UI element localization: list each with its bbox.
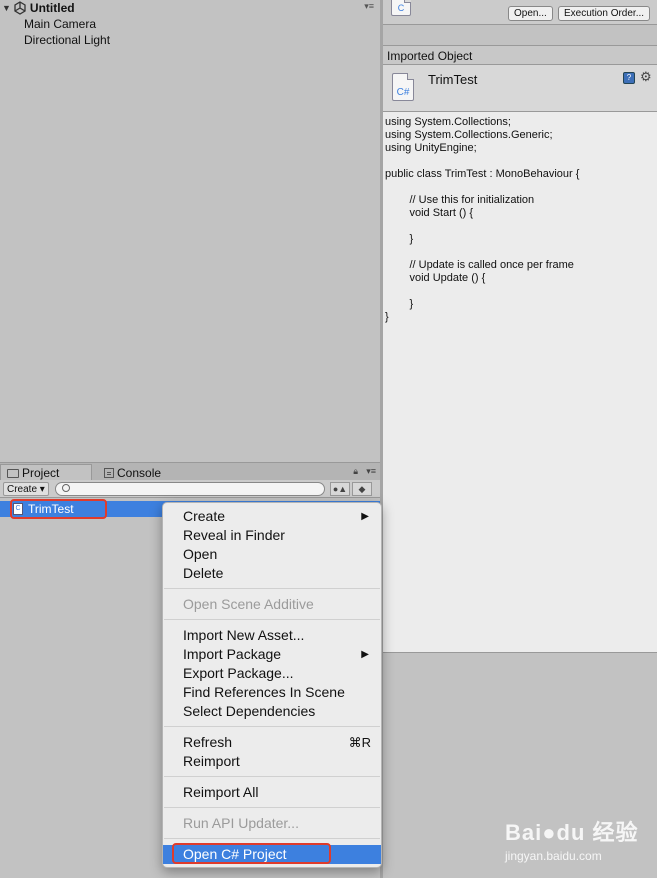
tab-project[interactable]: Project (0, 464, 92, 481)
menu-item-import-package[interactable]: Import Package ▶ (163, 645, 381, 664)
tab-project-label: Project (22, 466, 60, 480)
project-tab-bar: Project Console 🔒︎ ▾≡ (0, 462, 380, 481)
highlight-box-menu-item (172, 843, 331, 864)
execution-order-button[interactable]: Execution Order... (558, 6, 651, 21)
code-line: } (385, 311, 389, 323)
filter-by-label-icon[interactable]: ◆ (352, 482, 372, 496)
menu-item-open-scene-additive: Open Scene Additive (163, 595, 381, 614)
section-title: Imported Object (387, 49, 473, 63)
menu-item-label: Import New Asset... (183, 627, 305, 643)
menu-item-label: Select Dependencies (183, 703, 316, 719)
code-line: using UnityEngine; (385, 142, 477, 154)
project-toolbar: Create ▾ ●▲ ◆ (0, 480, 380, 498)
tab-console[interactable]: Console (98, 464, 167, 481)
scene-header[interactable]: ▼ Untitled ▾≡ (0, 0, 380, 15)
menu-item-import-new-asset[interactable]: Import New Asset... (163, 626, 381, 645)
highlight-box-asset (10, 499, 107, 519)
script-code-text: using System.Collections; using System.Co… (385, 116, 579, 324)
menu-item-run-api-updater: Run API Updater... (163, 814, 381, 833)
menu-item-reveal-in-finder[interactable]: Reveal in Finder (163, 526, 381, 545)
watermark-logo: Bai●du 经验 (505, 820, 639, 845)
filter-by-type-icon[interactable]: ●▲ (330, 482, 350, 496)
menu-separator (164, 838, 380, 839)
inspector-top-strip: C Open... Execution Order... (383, 0, 657, 25)
menu-item-label: Reimport (183, 753, 240, 769)
panel-menu-icon[interactable]: ▾≡ (366, 466, 376, 477)
script-icon-partial: C (391, 0, 413, 20)
options-menu-icon[interactable]: ▾≡ (364, 1, 374, 12)
menu-item-label: Find References In Scene (183, 684, 345, 700)
inspector-section-header: Imported Object (383, 45, 657, 65)
unity-logo-icon (14, 0, 26, 15)
menu-item-label: Create (183, 508, 226, 524)
script-preview: using System.Collections; using System.Co… (383, 112, 657, 652)
help-icon[interactable]: ? (623, 72, 635, 84)
scene-title: Untitled (29, 0, 75, 15)
context-menu: Create ▶ Reveal in Finder Open Delete Open Sc… (162, 502, 382, 868)
menu-item-label: Reimport All (183, 784, 259, 800)
expand-triangle-icon[interactable]: ▼ (2, 3, 11, 13)
menu-item-label: Run API Updater... (183, 815, 299, 831)
menu-shortcut: ⌘R (348, 735, 371, 750)
menu-item-label: Export Package... (183, 665, 294, 681)
code-line: void Start () { (385, 207, 474, 219)
menu-item-reimport-all[interactable]: Reimport All (163, 783, 381, 802)
menu-item-export-package[interactable]: Export Package... (163, 664, 381, 683)
hierarchy-panel: ▼ Untitled ▾≡ Main Camera Directional Li… (0, 0, 380, 460)
watermark-url: jingyan.baidu.com (505, 849, 602, 863)
menu-item-open[interactable]: Open (163, 545, 381, 564)
submenu-arrow-icon: ▶ (361, 511, 369, 522)
create-dropdown-button[interactable]: Create ▾ (3, 482, 49, 496)
menu-item-label: Delete (183, 565, 224, 581)
code-line: // Use this for initialization (385, 194, 535, 206)
menu-item-delete[interactable]: Delete (163, 564, 381, 583)
code-line: using System.Collections; (385, 116, 511, 128)
menu-item-select-dependencies[interactable]: Select Dependencies (163, 702, 381, 721)
hierarchy-item-main-camera[interactable]: Main Camera (24, 17, 96, 31)
inspector-asset-header: C# TrimTest ? ⚙ (383, 65, 657, 112)
search-input[interactable] (55, 482, 325, 496)
menu-separator (164, 776, 380, 777)
hierarchy-item-directional-light[interactable]: Directional Light (24, 33, 110, 47)
code-line: // Update is called once per frame (385, 259, 574, 271)
code-line: } (385, 233, 414, 245)
csharp-script-icon: C# (392, 73, 414, 101)
console-icon (104, 467, 114, 478)
settings-gear-icon[interactable]: ⚙ (640, 69, 652, 85)
menu-item-find-references-in-scene[interactable]: Find References In Scene (163, 683, 381, 702)
lock-icon[interactable]: 🔒︎ (353, 466, 358, 477)
submenu-arrow-icon: ▶ (361, 649, 369, 660)
code-line: } (385, 298, 414, 310)
menu-item-label: Open (183, 546, 218, 562)
menu-separator (164, 619, 380, 620)
menu-item-label: Reveal in Finder (183, 527, 285, 543)
menu-separator (164, 726, 380, 727)
menu-item-label: Refresh (183, 734, 233, 750)
menu-item-reimport[interactable]: Reimport (163, 752, 381, 771)
menu-item-label: Import Package (183, 646, 282, 662)
menu-item-create[interactable]: Create ▶ (163, 507, 381, 526)
asset-name: TrimTest (428, 72, 478, 87)
open-button[interactable]: Open... (508, 6, 553, 21)
menu-item-refresh[interactable]: Refresh ⌘R (163, 733, 381, 752)
menu-separator (164, 588, 380, 589)
code-line: using System.Collections.Generic; (385, 129, 553, 141)
code-line: public class TrimTest : MonoBehaviour { (385, 168, 580, 180)
code-line: void Update () { (385, 272, 486, 284)
tab-console-label: Console (117, 465, 162, 480)
menu-item-label: Open Scene Additive (183, 596, 314, 612)
search-icon (62, 484, 70, 492)
folder-icon (7, 468, 19, 478)
menu-separator (164, 807, 380, 808)
baidu-watermark: Bai●du 经验 jingyan.baidu.com (505, 815, 655, 875)
